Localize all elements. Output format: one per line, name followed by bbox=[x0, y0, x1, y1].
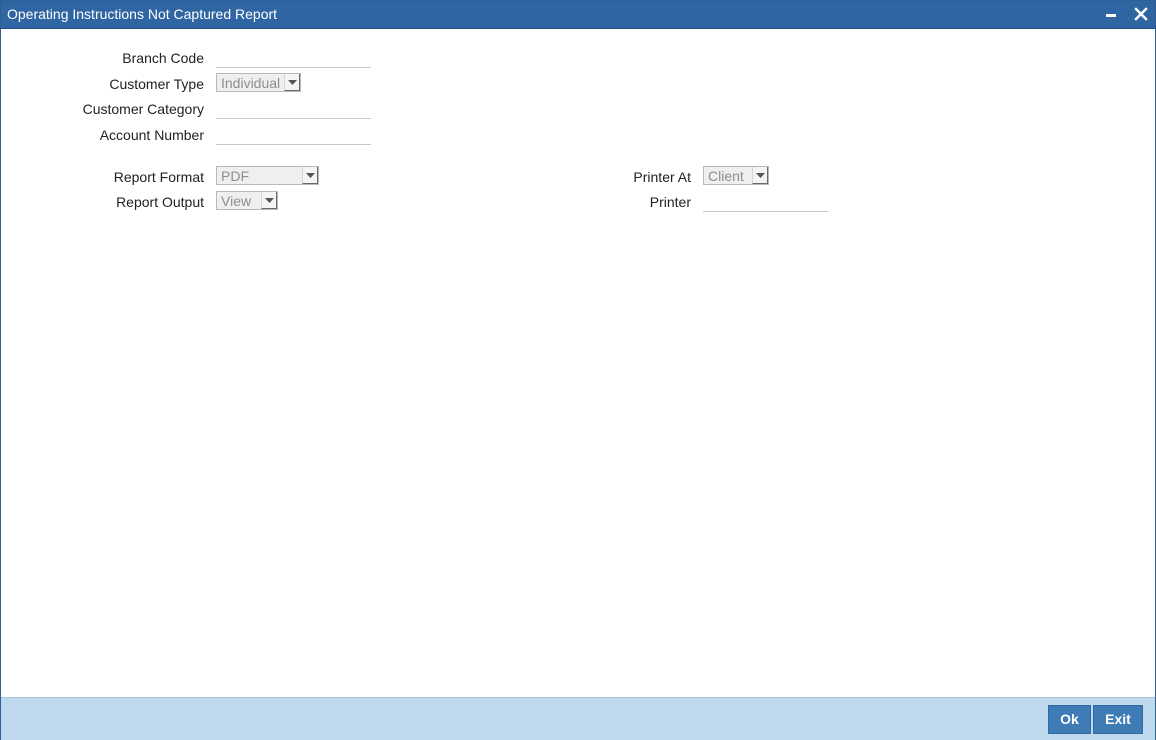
report-format-select[interactable]: PDF bbox=[216, 166, 319, 185]
printer-label: Printer bbox=[649, 194, 691, 210]
customer-type-label: Customer Type bbox=[109, 76, 204, 92]
account-number-label: Account Number bbox=[99, 127, 204, 143]
customer-category-label: Customer Category bbox=[82, 101, 204, 117]
printer-at-label: Printer At bbox=[633, 169, 691, 185]
printer-input[interactable] bbox=[703, 191, 828, 212]
footer-bar: Ok Exit bbox=[1, 697, 1155, 740]
close-button[interactable] bbox=[1132, 5, 1150, 23]
minimize-button[interactable] bbox=[1102, 5, 1120, 23]
printer-at-select[interactable]: Client bbox=[703, 166, 769, 185]
report-output-select[interactable]: View bbox=[216, 191, 278, 210]
branch-code-label: Branch Code bbox=[122, 50, 204, 66]
report-format-label: Report Format bbox=[113, 169, 204, 185]
report-format-value: PDF bbox=[221, 168, 249, 184]
report-output-label: Report Output bbox=[116, 194, 204, 210]
window-title: Operating Instructions Not Captured Repo… bbox=[7, 6, 278, 22]
printer-at-value: Client bbox=[708, 168, 744, 184]
title-bar: Operating Instructions Not Captured Repo… bbox=[1, 1, 1155, 29]
customer-category-input[interactable] bbox=[216, 98, 371, 119]
close-icon bbox=[1132, 5, 1150, 23]
customer-type-select[interactable]: Individual bbox=[216, 73, 301, 92]
branch-code-input[interactable] bbox=[216, 47, 371, 68]
report-output-value: View bbox=[221, 193, 252, 209]
exit-button[interactable]: Exit bbox=[1093, 705, 1143, 734]
report-window: Operating Instructions Not Captured Repo… bbox=[0, 0, 1156, 740]
chevron-down-icon bbox=[752, 167, 768, 184]
chevron-down-icon bbox=[261, 192, 277, 209]
minimize-icon bbox=[1102, 5, 1120, 23]
account-number-input[interactable] bbox=[216, 124, 371, 145]
chevron-down-icon bbox=[284, 74, 300, 91]
chevron-down-icon bbox=[302, 167, 318, 184]
customer-type-value: Individual bbox=[221, 75, 281, 91]
ok-button[interactable]: Ok bbox=[1048, 705, 1091, 734]
